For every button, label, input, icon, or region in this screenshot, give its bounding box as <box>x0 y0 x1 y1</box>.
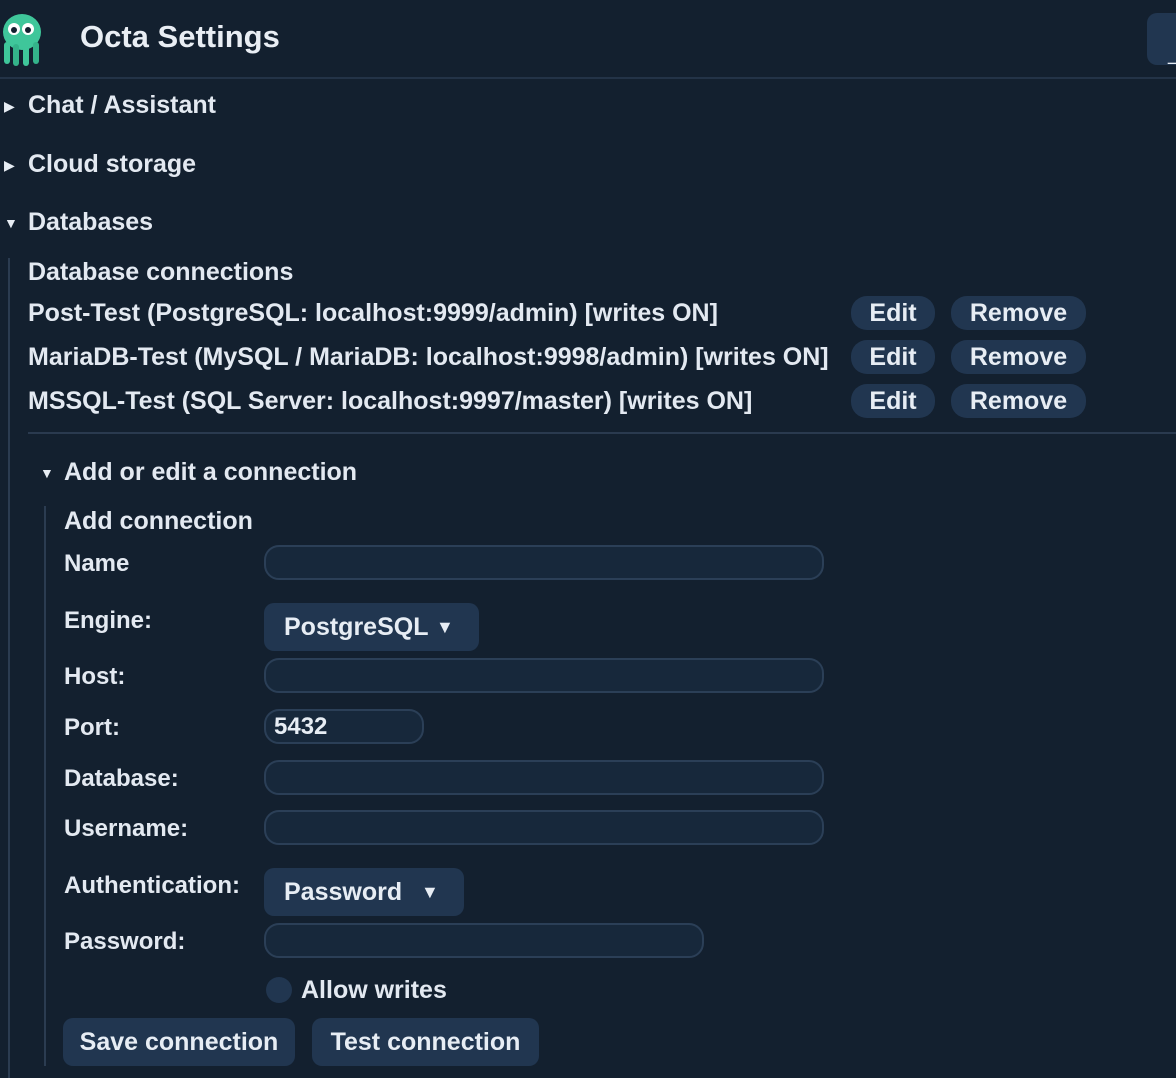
database-label: Database: <box>64 765 179 792</box>
engine-select[interactable]: PostgreSQL ▼ <box>264 603 479 651</box>
name-label: Name <box>64 550 130 577</box>
collapse-triangle-icon: ▼ <box>40 465 54 481</box>
port-label: Port: <box>64 714 120 741</box>
name-input[interactable] <box>264 545 824 580</box>
authentication-select[interactable]: Password ▼ <box>264 868 464 916</box>
chevron-down-icon: ▼ <box>436 617 454 637</box>
title-bar: Octa Settings _ <box>0 0 1176 79</box>
indent-guide <box>8 258 10 1078</box>
section-cloud-storage[interactable]: ▶ Cloud storage <box>0 150 400 180</box>
username-input[interactable] <box>264 810 824 845</box>
username-label: Username: <box>64 815 189 842</box>
section-label: Cloud storage <box>28 150 197 178</box>
password-input[interactable] <box>264 923 704 958</box>
expand-triangle-icon: ▶ <box>4 98 15 114</box>
database-connections-heading: Database connections <box>28 258 294 286</box>
remove-connection-button[interactable]: Remove <box>951 340 1086 374</box>
host-input[interactable] <box>264 658 824 693</box>
section-label: Databases <box>28 208 154 236</box>
engine-select-value: PostgreSQL <box>284 613 429 641</box>
section-databases[interactable]: ▼ Databases <box>0 208 400 238</box>
expand-triangle-icon: ▶ <box>4 157 15 173</box>
authentication-label: Authentication: <box>64 872 240 899</box>
engine-label: Engine: <box>64 607 152 634</box>
database-input[interactable] <box>264 760 824 795</box>
port-input[interactable]: 5432 <box>264 709 424 744</box>
connection-row-mssql-test: MSSQL-Test (SQL Server: localhost:9997/m… <box>28 387 753 415</box>
collapse-triangle-icon: ▼ <box>4 215 18 231</box>
section-label: Chat / Assistant <box>28 91 217 119</box>
test-connection-button[interactable]: Test connection <box>312 1018 539 1066</box>
indent-guide <box>44 506 46 1066</box>
section-label: Add or edit a connection <box>64 458 358 486</box>
octopus-logo-icon <box>3 14 41 66</box>
allow-writes-checkbox[interactable] <box>266 977 292 1003</box>
edit-connection-button[interactable]: Edit <box>851 340 935 374</box>
edit-connection-button[interactable]: Edit <box>851 384 935 418</box>
divider <box>28 432 1176 434</box>
minimize-icon: _ <box>1168 43 1176 66</box>
connection-row-mariadb-test: MariaDB-Test (MySQL / MariaDB: localhost… <box>28 343 829 371</box>
chevron-down-icon: ▼ <box>421 882 439 902</box>
edit-connection-button[interactable]: Edit <box>851 296 935 330</box>
section-add-edit-connection[interactable]: ▼ Add or edit a connection <box>36 458 436 488</box>
app-title: Octa Settings <box>80 19 280 54</box>
allow-writes-label: Allow writes <box>301 976 447 1004</box>
remove-connection-button[interactable]: Remove <box>951 384 1086 418</box>
host-label: Host: <box>64 663 126 690</box>
connection-row-post-test: Post-Test (PostgreSQL: localhost:9999/ad… <box>28 299 718 327</box>
save-connection-button[interactable]: Save connection <box>63 1018 295 1066</box>
password-label: Password: <box>64 928 186 955</box>
section-chat-assistant[interactable]: ▶ Chat / Assistant <box>0 91 400 121</box>
authentication-select-value: Password <box>284 878 403 906</box>
remove-connection-button[interactable]: Remove <box>951 296 1086 330</box>
minimize-button[interactable]: _ <box>1147 13 1176 65</box>
add-connection-heading: Add connection <box>64 507 253 535</box>
